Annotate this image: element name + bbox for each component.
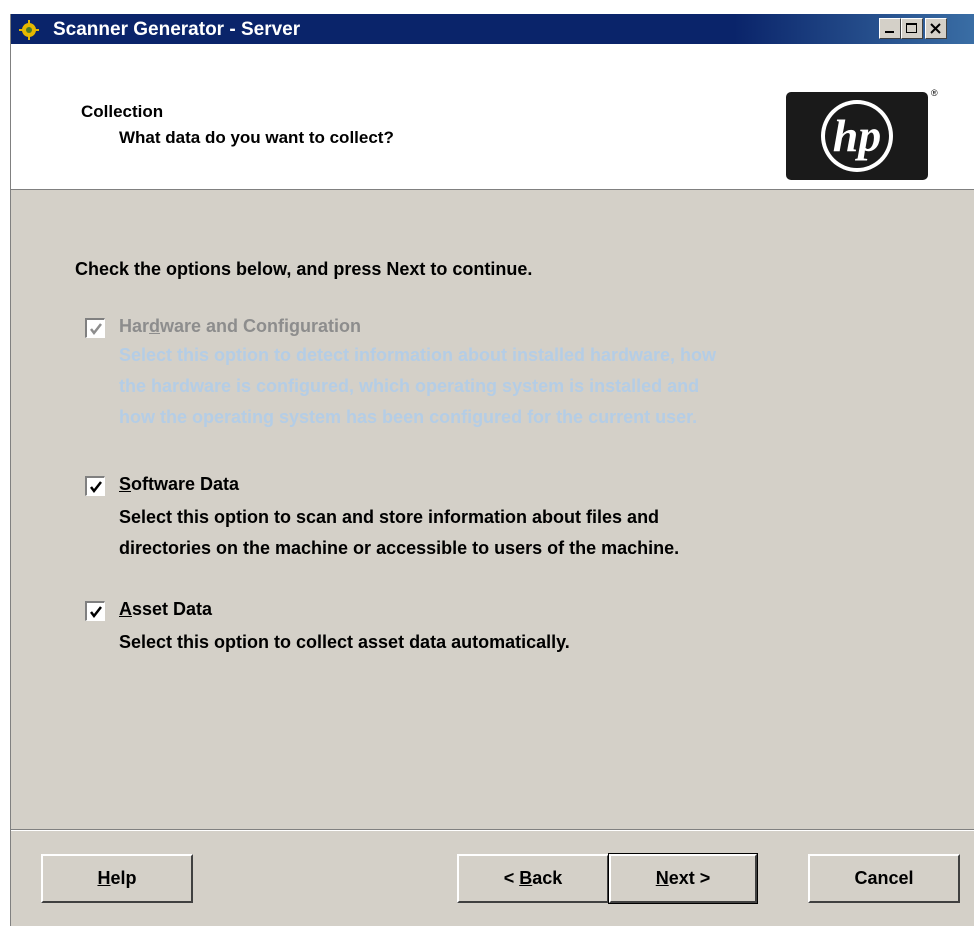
hardware-description: Select this option to detect information…: [119, 345, 717, 427]
wizard-header: Collection What data do you want to coll…: [11, 44, 974, 190]
hardware-label: Hardware and Configuration: [119, 316, 362, 336]
back-button[interactable]: < Back: [457, 854, 609, 903]
help-button[interactable]: Help: [41, 854, 193, 903]
title-bar[interactable]: Scanner Generator - Server: [11, 14, 974, 44]
maximize-icon: [906, 23, 917, 33]
minimize-icon: [885, 31, 894, 33]
page-title: Collection: [81, 102, 164, 121]
window-title: Scanner Generator - Server: [53, 19, 301, 40]
hp-logo: hp: [786, 92, 928, 180]
maximize-button[interactable]: [901, 18, 923, 39]
asset-checkbox[interactable]: [85, 601, 105, 621]
hardware-checkbox[interactable]: [85, 318, 105, 338]
asset-description: Select this option to collect asset data…: [119, 632, 570, 652]
next-button[interactable]: Next >: [608, 853, 758, 904]
hp-logo-text: hp: [833, 110, 882, 161]
close-icon: [930, 23, 941, 34]
asset-label: Asset Data: [119, 599, 213, 619]
checkmark-icon: [90, 606, 102, 619]
scanner-generator-window: Scanner Generator - Server Collection Wh…: [10, 14, 974, 926]
close-button[interactable]: [925, 18, 947, 39]
instruction-text: Check the options below, and press Next …: [75, 259, 533, 279]
checkmark-icon: [90, 481, 102, 494]
cancel-button[interactable]: Cancel: [808, 854, 960, 903]
registered-mark: ®: [931, 88, 938, 98]
software-checkbox[interactable]: [85, 476, 105, 496]
footer-divider: [11, 829, 974, 831]
checkmark-icon: [90, 323, 102, 336]
gear-app-icon: [19, 20, 39, 40]
software-label: Software Data: [119, 474, 240, 494]
minimize-button[interactable]: [879, 18, 901, 39]
page-subtitle: What data do you want to collect?: [119, 128, 394, 147]
software-description: Select this option to scan and store inf…: [119, 507, 680, 558]
